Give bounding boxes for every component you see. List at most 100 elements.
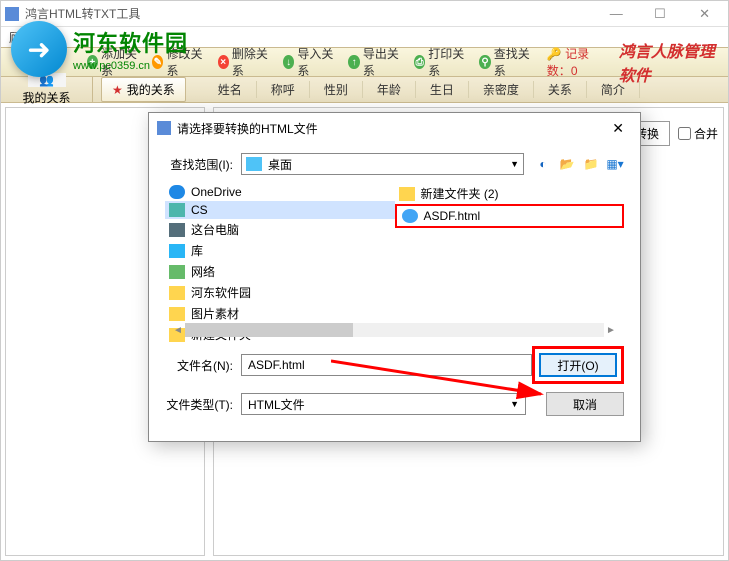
file-item-label: 这台电脑 <box>191 221 239 238</box>
folder-icon <box>169 286 185 300</box>
chevron-down-icon: ▼ <box>510 399 519 409</box>
tab-my-relation-label: 我的关系 <box>127 81 175 98</box>
horizontal-scrollbar[interactable]: ◄ ► <box>171 322 618 338</box>
watermark-url: www.pc0359.cn <box>73 60 188 72</box>
watermark: ➜ 河东软件园 www.pc0359.cn <box>11 21 188 77</box>
open-button-highlight: 打开(O) <box>532 346 624 384</box>
close-button[interactable]: ✕ <box>685 2 724 26</box>
view-menu-icon[interactable]: ▦▾ <box>606 155 624 173</box>
merge-checkbox-label[interactable]: 合并 <box>678 125 718 142</box>
file-item-label: 新建文件夹 (2) <box>421 185 499 202</box>
cancel-button[interactable]: 取消 <box>546 392 624 416</box>
file-item[interactable]: 新建文件夹 (2) <box>395 183 625 204</box>
file-item[interactable]: 库 <box>165 240 395 261</box>
file-item[interactable]: 网络 <box>165 261 395 282</box>
new-folder-icon[interactable]: 📁 <box>582 155 600 173</box>
col-name[interactable]: 姓名 <box>204 81 257 98</box>
x-icon: × <box>218 55 229 69</box>
app-icon <box>5 7 19 21</box>
scroll-thumb[interactable] <box>185 323 353 337</box>
delete-relation-label: 删除关系 <box>232 45 271 79</box>
monitor-icon <box>169 203 185 217</box>
print-icon: ⎙ <box>414 55 425 69</box>
tab-my-relation[interactable]: ★ 我的关系 <box>101 77 186 102</box>
filetype-value: HTML文件 <box>248 396 305 413</box>
net-icon <box>169 265 185 279</box>
dialog-title: 请选择要转换的HTML文件 <box>177 120 318 137</box>
file-item-label: OneDrive <box>191 185 242 199</box>
col-intro[interactable]: 简介 <box>587 81 640 98</box>
window-controls: — ☐ ✕ <box>596 2 724 26</box>
main-window: 鸿言HTML转TXT工具 — ☐ ✕ 顾客 ➜ 河东软件园 www.pc0359… <box>0 0 729 561</box>
merge-label: 合并 <box>694 125 718 142</box>
dialog-title-bar: 请选择要转换的HTML文件 ✕ <box>149 113 640 143</box>
file-item[interactable]: ASDF.html <box>398 207 622 225</box>
export-relation-label: 导出关系 <box>363 45 402 79</box>
file-item[interactable]: 这台电脑 <box>165 219 395 240</box>
file-item[interactable]: OneDrive <box>165 183 395 201</box>
file-item[interactable]: CS <box>165 201 395 219</box>
filetype-label: 文件类型(T): <box>165 396 241 413</box>
lookin-label: 查找范围(I): <box>165 156 241 173</box>
import-relation-label: 导入关系 <box>297 45 336 79</box>
col-relation[interactable]: 关系 <box>534 81 587 98</box>
brand-text: 鸿言人脉管理软件 <box>619 38 724 86</box>
search-icon: ⚲ <box>479 55 490 69</box>
file-item[interactable]: 图片素材 <box>165 303 395 324</box>
print-relation-label: 打印关系 <box>428 45 467 79</box>
col-birthday[interactable]: 生日 <box>416 81 469 98</box>
search-relation-button[interactable]: ⚲ 查找关系 <box>473 42 538 82</box>
dialog-close-button[interactable]: ✕ <box>604 118 632 139</box>
pc-icon <box>169 223 185 237</box>
arrow-up-icon: ↑ <box>348 55 359 69</box>
scroll-right-icon[interactable]: ► <box>604 323 618 337</box>
file-item-label: 库 <box>191 242 203 259</box>
arrow-down-icon: ↓ <box>283 55 294 69</box>
delete-relation-button[interactable]: ×删除关系 <box>212 42 277 82</box>
file-item-label: 网络 <box>191 263 215 280</box>
merge-checkbox[interactable] <box>678 127 691 140</box>
col-gender[interactable]: 性别 <box>310 81 363 98</box>
file-item-label: ASDF.html <box>424 209 481 223</box>
dialog-icon <box>157 121 171 135</box>
sidebar-my-relation-label: 我的关系 <box>22 89 70 106</box>
file-item-label: 河东软件园 <box>191 284 251 301</box>
print-relation-button[interactable]: ⎙打印关系 <box>408 42 473 82</box>
open-button[interactable]: 打开(O) <box>539 353 617 377</box>
scroll-left-icon[interactable]: ◄ <box>171 323 185 337</box>
file-item-label: CS <box>191 203 208 217</box>
file-item-label: 图片素材 <box>191 305 239 322</box>
import-relation-button[interactable]: ↓导入关系 <box>277 42 342 82</box>
desktop-icon <box>246 157 262 171</box>
folder-icon <box>169 307 185 321</box>
column-headers: 姓名 称呼 性别 年龄 生日 亲密度 关系 简介 <box>194 81 728 98</box>
search-relation-label: 查找关系 <box>494 45 533 79</box>
watermark-name: 河东软件园 <box>73 31 188 56</box>
folder-icon <box>399 187 415 201</box>
filetype-select[interactable]: HTML文件 ▼ <box>241 393 526 415</box>
lookin-select[interactable]: 桌面 ▼ <box>241 153 524 175</box>
lookin-value: 桌面 <box>268 156 292 173</box>
record-count-label: 🔑 记录数：0 <box>547 45 607 79</box>
lib-icon <box>169 244 185 258</box>
col-title[interactable]: 称呼 <box>257 81 310 98</box>
app-title: 鸿言HTML转TXT工具 <box>25 5 140 22</box>
filename-input[interactable] <box>241 354 532 376</box>
up-icon[interactable]: 📂 <box>558 155 576 173</box>
minimize-button[interactable]: — <box>596 2 637 25</box>
sidebar-my-relation[interactable]: 👥 我的关系 <box>1 77 93 102</box>
export-relation-button[interactable]: ↑ 导出关系 <box>342 42 407 82</box>
file-highlight: ASDF.html <box>395 204 625 228</box>
file-item[interactable]: 河东软件园 <box>165 282 395 303</box>
file-browser[interactable]: OneDriveCS这台电脑库网络河东软件园图片素材新建文件夹 新建文件夹 (2… <box>165 183 624 338</box>
sub-toolbar: 👥 我的关系 ★ 我的关系 姓名 称呼 性别 年龄 生日 亲密度 关系 简介 <box>1 77 728 103</box>
file-open-dialog: 请选择要转换的HTML文件 ✕ 查找范围(I): 桌面 ▼ ◐ 📂 📁 ▦▾ <box>148 112 641 442</box>
html-icon <box>402 209 418 223</box>
col-intimacy[interactable]: 亲密度 <box>469 81 534 98</box>
watermark-logo-icon: ➜ <box>11 21 67 77</box>
star-icon: ★ <box>112 83 123 97</box>
back-icon[interactable]: ◐ <box>534 155 552 173</box>
maximize-button[interactable]: ☐ <box>640 2 680 26</box>
col-age[interactable]: 年龄 <box>363 81 416 98</box>
chevron-down-icon: ▼ <box>510 159 519 169</box>
